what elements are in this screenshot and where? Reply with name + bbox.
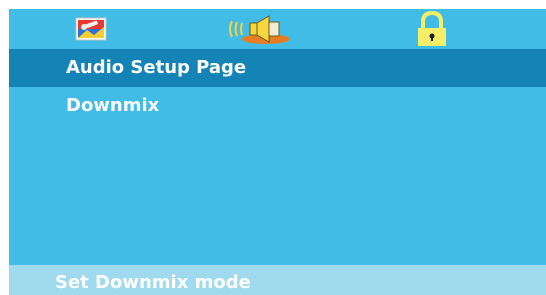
page-title: Audio Setup Page [66,57,247,78]
page-title-bar: Audio Setup Page [9,49,546,87]
speaker-sound-icon [229,15,290,44]
tab-preference-lock[interactable] [402,9,462,49]
setup-tab-bar [9,9,546,49]
padlock-icon [418,11,446,46]
wrench-screen-icon [75,17,107,41]
menu-item-downmix[interactable]: Downmix [66,95,159,116]
tab-audio-setup[interactable] [219,9,299,49]
tab-general-setup[interactable] [66,9,116,49]
status-text: Set Downmix mode [55,272,251,293]
setup-screen: Audio Setup Page Downmix Set Downmix mod… [9,9,546,295]
status-bar: Set Downmix mode [9,265,546,295]
